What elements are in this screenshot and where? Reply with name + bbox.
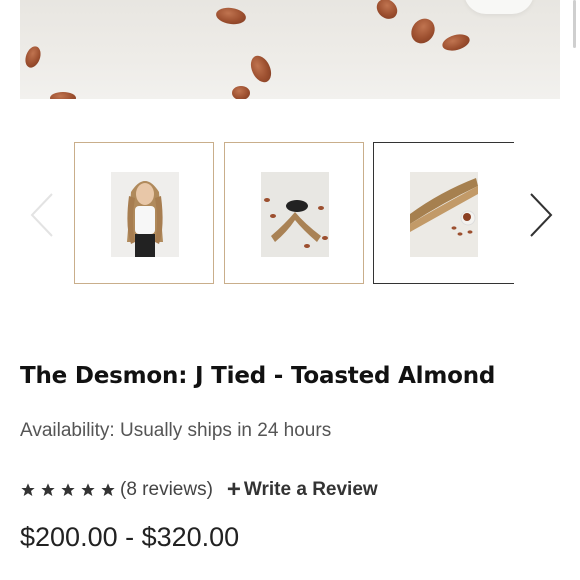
gallery-thumbnail-1[interactable] (74, 142, 214, 284)
availability: Availability: Usually ships in 24 hours (20, 420, 331, 442)
star-icon (81, 483, 95, 496)
review-count-link[interactable]: (8 reviews) (120, 479, 213, 501)
almond-decoration (232, 86, 250, 99)
thumbnail-image-tied-extension (261, 172, 329, 257)
availability-value: Usually ships in 24 hours (119, 420, 332, 441)
almond-decoration (246, 52, 276, 86)
almond-decoration (406, 14, 440, 48)
gallery-thumbnail-2[interactable] (224, 142, 364, 284)
star-icon (41, 483, 55, 496)
thumbnail-image-model (111, 172, 179, 257)
almond-decoration (372, 0, 402, 23)
plus-icon: + (226, 476, 241, 503)
almond-decoration (215, 5, 247, 27)
price-range: $200.00 - $320.00 (20, 522, 240, 552)
almond-decoration (440, 31, 472, 54)
star-icon (61, 483, 75, 496)
page-scrollbar[interactable] (573, 0, 576, 48)
cup-decoration (464, 0, 534, 14)
write-review-label: Write a Review (243, 479, 378, 500)
product-hero-image[interactable] (20, 0, 560, 99)
product-title: The Desmon: J Tied - Toasted Almond (20, 363, 496, 389)
almond-decoration (50, 92, 76, 99)
star-icon (101, 483, 115, 496)
thumbnail-image-almond-bowl (410, 172, 478, 257)
availability-label: Availability: (20, 420, 115, 441)
rating-row: (8 reviews) + Write a Review (20, 478, 378, 502)
chevron-left-icon[interactable] (28, 190, 58, 240)
star-rating[interactable] (20, 482, 116, 498)
chevron-right-icon[interactable] (527, 190, 557, 240)
gallery-thumbnail-3[interactable] (373, 142, 514, 284)
almond-decoration (22, 44, 44, 70)
star-icon (21, 483, 35, 496)
write-review-button[interactable]: + Write a Review (227, 478, 378, 502)
